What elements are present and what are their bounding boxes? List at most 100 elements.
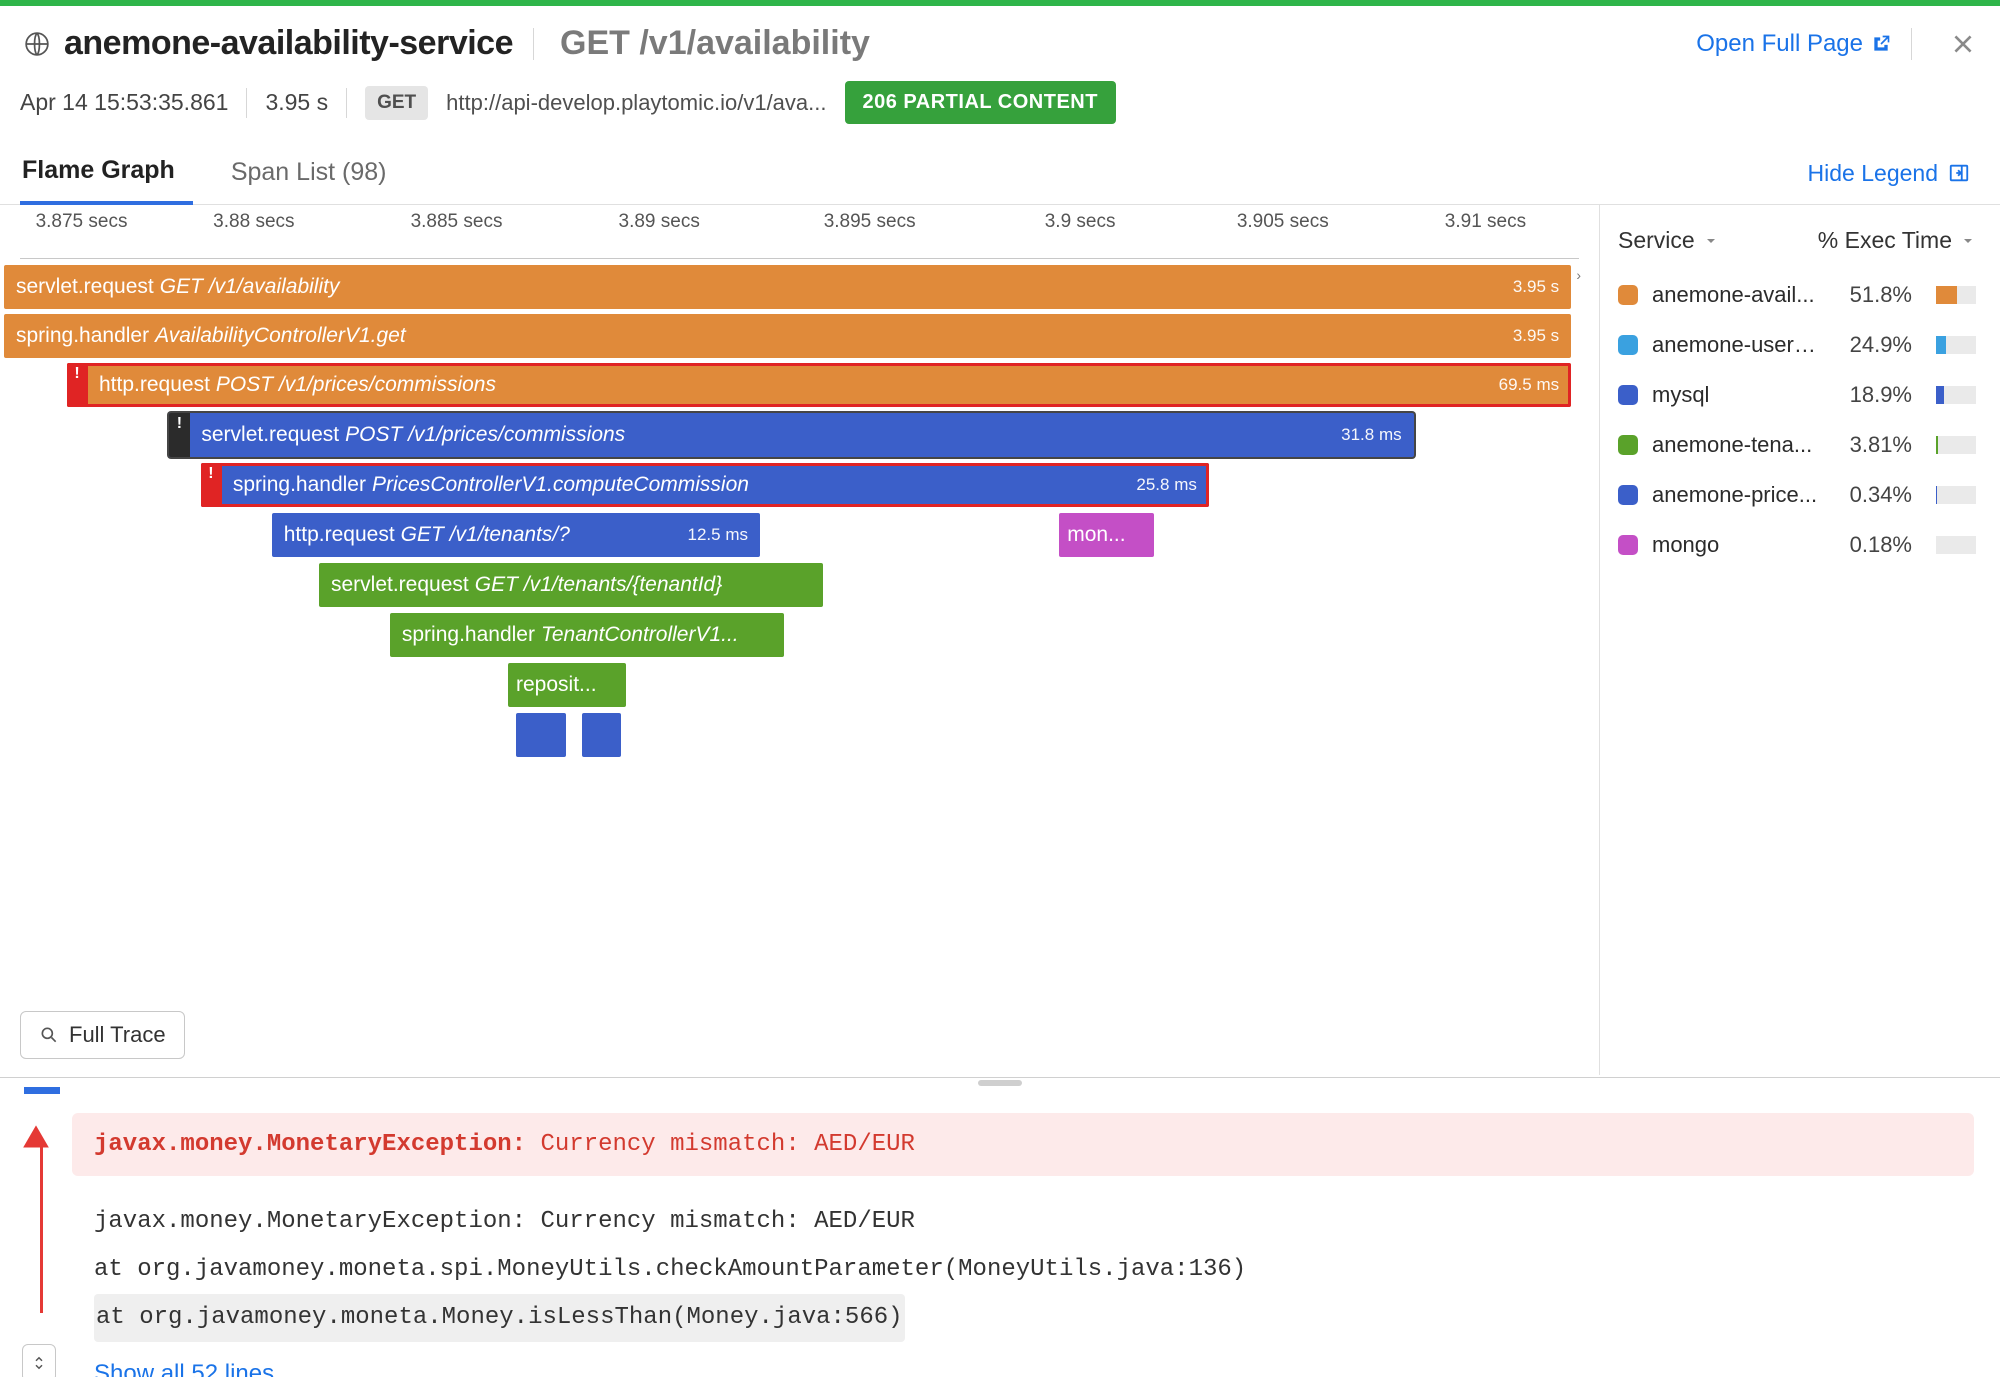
panel-resize-handle[interactable] bbox=[0, 1077, 2000, 1087]
legend-bar bbox=[1936, 486, 1976, 504]
span-resource: POST /v1/prices/commissions bbox=[216, 373, 496, 397]
span-resource: GET /v1/tenants/? bbox=[401, 523, 570, 547]
span-duration: 3.95 s bbox=[1503, 326, 1559, 346]
caret-down-icon[interactable] bbox=[1703, 233, 1719, 249]
span-bar-error[interactable]: ! spring.handler PricesControllerV1.comp… bbox=[201, 463, 1209, 507]
legend-swatch bbox=[1618, 285, 1638, 305]
error-flag-icon: ! bbox=[169, 413, 190, 457]
error-gutter-line bbox=[40, 1143, 43, 1313]
hide-legend-toggle[interactable]: Hide Legend bbox=[1808, 160, 1980, 187]
span-bar[interactable]: spring.handler AvailabilityControllerV1.… bbox=[4, 314, 1571, 358]
expand-collapse-button[interactable] bbox=[22, 1344, 56, 1377]
globe-icon bbox=[24, 31, 50, 57]
stack-trace: javax.money.MonetaryException: Currency … bbox=[94, 1198, 1974, 1342]
legend-service-name: anemone-tena... bbox=[1652, 432, 1822, 458]
legend-pct: 51.8% bbox=[1836, 282, 1912, 308]
legend-swatch bbox=[1618, 485, 1638, 505]
exception-class: javax.money.MonetaryException: bbox=[94, 1131, 526, 1158]
tab-flame-graph[interactable]: Flame Graph bbox=[20, 142, 193, 205]
span-bar[interactable]: reposit... bbox=[508, 663, 626, 707]
legend-swatch bbox=[1618, 335, 1638, 355]
request-url: http://api-develop.playtomic.io/v1/ava..… bbox=[446, 90, 826, 116]
span-resource: TenantControllerV1... bbox=[541, 623, 739, 647]
legend-col-exectime[interactable]: % Exec Time bbox=[1818, 227, 1952, 254]
span-operation: spring.handler bbox=[16, 324, 149, 348]
total-duration: 3.95 s bbox=[265, 89, 328, 116]
span-operation: servlet.request bbox=[331, 573, 469, 597]
legend-service-name: anemone-price... bbox=[1652, 482, 1822, 508]
route-label: GET /v1/availability bbox=[560, 24, 870, 63]
collapse-panel-icon bbox=[1948, 162, 1970, 184]
legend-pct: 3.81% bbox=[1836, 432, 1912, 458]
legend-swatch bbox=[1618, 435, 1638, 455]
legend-col-service[interactable]: Service bbox=[1618, 227, 1695, 254]
legend-row[interactable]: anemone-avail... 51.8% bbox=[1618, 270, 1976, 320]
span-bar[interactable] bbox=[516, 713, 566, 757]
legend-service-name: anemone-avail... bbox=[1652, 282, 1822, 308]
span-resource: GET /v1/tenants/{tenantId} bbox=[475, 573, 723, 597]
legend-service-name: mongo bbox=[1652, 532, 1822, 558]
span-duration: 69.5 ms bbox=[1489, 375, 1559, 395]
axis-tick: 3.905 secs bbox=[1237, 211, 1329, 233]
view-tabs: Flame Graph Span List (98) Hide Legend bbox=[0, 142, 2000, 205]
search-icon bbox=[39, 1025, 59, 1045]
span-bar[interactable] bbox=[582, 713, 621, 757]
legend-bar bbox=[1936, 286, 1976, 304]
span-duration: 12.5 ms bbox=[678, 525, 748, 545]
warning-icon bbox=[22, 1123, 50, 1151]
span-bar-selected[interactable]: ! servlet.request POST /v1/prices/commis… bbox=[169, 413, 1413, 457]
stack-line: at org.javamoney.moneta.spi.MoneyUtils.c… bbox=[94, 1246, 1974, 1294]
legend-pct: 0.18% bbox=[1836, 532, 1912, 558]
legend-swatch bbox=[1618, 385, 1638, 405]
axis-tick: 3.895 secs bbox=[824, 211, 916, 233]
trace-header: anemone-availability-service GET /v1/ava… bbox=[0, 6, 2000, 75]
legend-header: Service % Exec Time bbox=[1618, 219, 1976, 270]
legend-row[interactable]: mysql 18.9% bbox=[1618, 370, 1976, 420]
span-bar[interactable]: spring.handler TenantControllerV1... bbox=[390, 613, 784, 657]
resize-grip-icon bbox=[978, 1080, 1022, 1086]
full-trace-button[interactable]: Full Trace bbox=[20, 1011, 185, 1059]
span-bar-error[interactable]: ! http.request POST /v1/prices/commissio… bbox=[67, 363, 1571, 407]
show-all-lines-link[interactable]: Show all 52 lines bbox=[94, 1360, 1974, 1377]
exception-headline: javax.money.MonetaryException: Currency … bbox=[72, 1113, 1974, 1176]
legend-bar bbox=[1936, 436, 1976, 454]
stack-line-highlight: at org.javamoney.moneta.Money.isLessThan… bbox=[94, 1294, 905, 1342]
span-bar[interactable]: servlet.request GET /v1/availability 3.9… bbox=[4, 265, 1571, 309]
hide-legend-label: Hide Legend bbox=[1808, 160, 1938, 187]
legend-row[interactable]: anemone-price...0.34% bbox=[1618, 470, 1976, 520]
full-trace-label: Full Trace bbox=[69, 1022, 166, 1048]
separator bbox=[533, 28, 534, 60]
legend-row[interactable]: mongo 0.18% bbox=[1618, 520, 1976, 570]
error-flag-icon: ! bbox=[201, 463, 222, 507]
chevron-up-down-icon bbox=[30, 1354, 48, 1372]
span-bar[interactable]: mon... bbox=[1059, 513, 1154, 557]
legend-bar bbox=[1936, 386, 1976, 404]
open-full-page-label: Open Full Page bbox=[1696, 30, 1863, 58]
stack-line: javax.money.MonetaryException: Currency … bbox=[94, 1198, 1974, 1246]
axis-tick: 3.875 secs bbox=[36, 211, 128, 233]
legend-pct: 18.9% bbox=[1836, 382, 1912, 408]
span-resource: PricesControllerV1.computeCommission bbox=[372, 473, 749, 497]
axis-tick: 3.885 secs bbox=[411, 211, 503, 233]
time-axis[interactable]: 3.875 secs 3.88 secs 3.885 secs 3.89 sec… bbox=[20, 205, 1579, 259]
separator bbox=[1911, 28, 1912, 60]
open-full-page-link[interactable]: Open Full Page bbox=[1696, 30, 1891, 58]
span-bar[interactable]: http.request GET /v1/tenants/? 12.5 ms bbox=[272, 513, 760, 557]
legend-pct: 24.9% bbox=[1836, 332, 1912, 358]
error-flag-icon: ! bbox=[67, 363, 88, 407]
tab-span-list[interactable]: Span List (98) bbox=[229, 144, 405, 203]
span-bar[interactable]: servlet.request GET /v1/tenants/{tenantI… bbox=[319, 563, 823, 607]
legend-panel: Service % Exec Time anemone-avail... 51.8… bbox=[1600, 205, 2000, 1075]
axis-tick: 3.9 secs bbox=[1045, 211, 1116, 233]
caret-down-icon[interactable] bbox=[1960, 233, 1976, 249]
span-duration: 31.8 ms bbox=[1331, 425, 1401, 445]
flame-spans[interactable]: servlet.request GET /v1/availability 3.9… bbox=[4, 265, 1579, 765]
trace-subheader: Apr 14 15:53:35.861 3.95 s GET http://ap… bbox=[0, 75, 2000, 142]
legend-service-name: mysql bbox=[1652, 382, 1822, 408]
legend-swatch bbox=[1618, 535, 1638, 555]
span-operation: mon... bbox=[1067, 523, 1125, 547]
close-icon[interactable] bbox=[1950, 31, 1976, 57]
legend-row[interactable]: anemone-users...24.9% bbox=[1618, 320, 1976, 370]
legend-row[interactable]: anemone-tena... 3.81% bbox=[1618, 420, 1976, 470]
external-link-icon bbox=[1871, 34, 1891, 54]
